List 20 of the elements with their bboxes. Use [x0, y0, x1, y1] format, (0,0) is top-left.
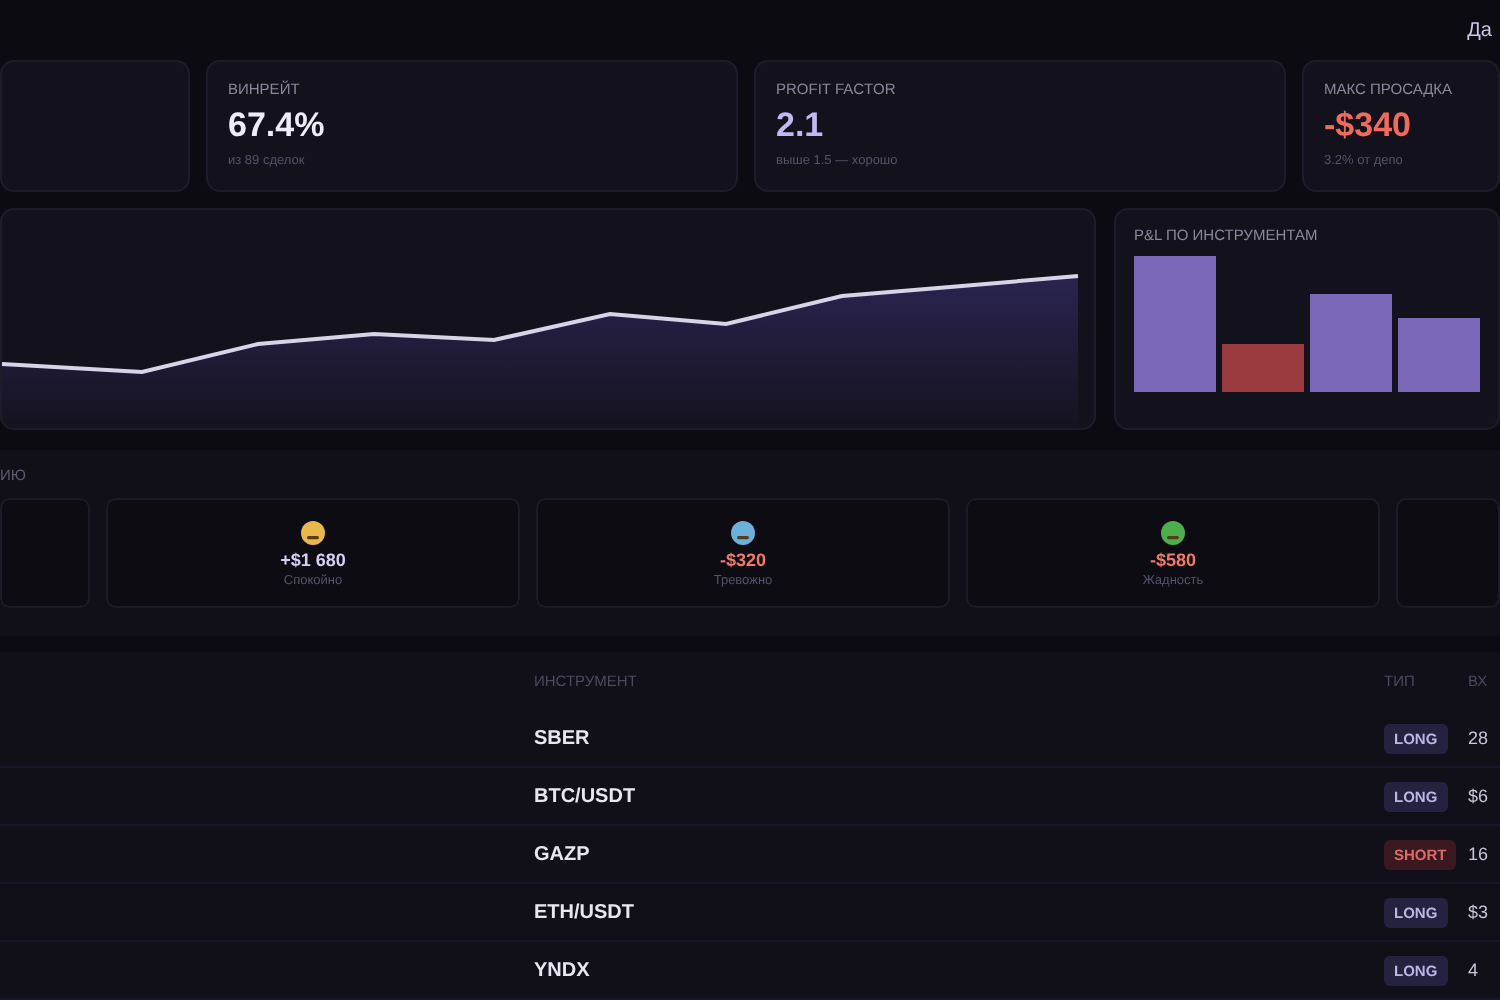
emotion-amount: +$1 680: [280, 549, 346, 569]
instrument-cell-text: BTC/USDT: [534, 785, 638, 807]
entry-cell-text: $6: [1468, 786, 1491, 806]
face-icon: [730, 519, 756, 545]
instrument-cell-text: ETH/USDT: [534, 901, 636, 923]
face-icon: [1160, 519, 1186, 545]
entry-cell-text: $3: [1468, 902, 1491, 922]
instrument-cell-text: GAZP: [534, 843, 592, 865]
entry-cell-text: 16: [1468, 844, 1491, 864]
top-link[interactable]: Да: [1467, 19, 1492, 41]
entry-cell-text: 4: [1468, 960, 1481, 980]
face-icon: [300, 519, 326, 545]
stat-value: 2.1: [776, 106, 826, 146]
entry-cell-text: 28: [1468, 728, 1491, 748]
instrument-cell-text: SBER: [534, 727, 592, 749]
instrument-cell-text: YNDX: [534, 959, 592, 981]
stat-value: -$340: [1324, 106, 1413, 146]
emotion-amount: -$320: [719, 549, 767, 569]
stat-value: 67.4%: [228, 106, 327, 146]
emotion-amount: -$580: [1149, 549, 1197, 569]
